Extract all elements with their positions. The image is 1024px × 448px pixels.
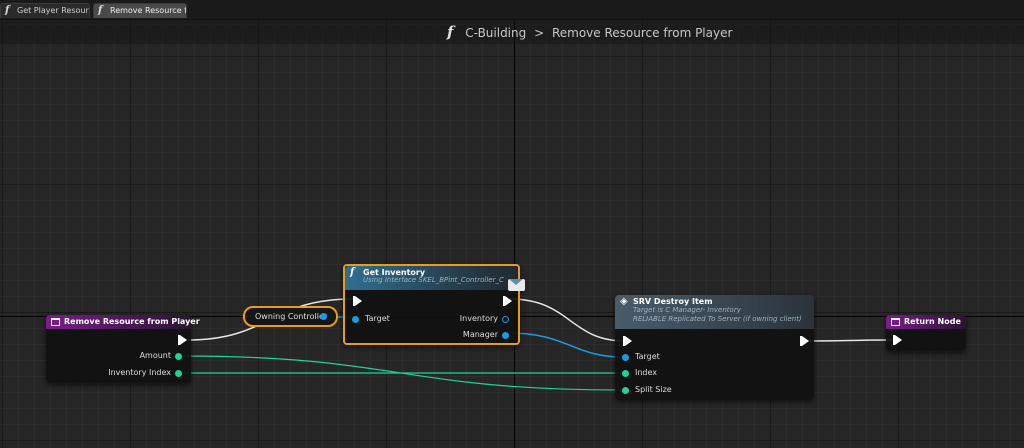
index-pin[interactable] xyxy=(622,370,629,377)
target-pin[interactable] xyxy=(622,354,629,361)
function-entry-node[interactable]: Remove Resource from Player Amount Inven… xyxy=(46,315,200,383)
node-title: Return Node xyxy=(904,317,961,326)
function-icon: f xyxy=(350,267,355,278)
exec-in-pin[interactable] xyxy=(893,335,902,345)
exec-in-pin[interactable] xyxy=(353,296,362,306)
inventory-pin[interactable] xyxy=(502,316,509,323)
replicated-function-icon: ◈ xyxy=(620,296,628,307)
function-icon: f xyxy=(98,5,103,16)
owning-controller-label: Owning Controller xyxy=(255,312,328,321)
exec-wire-srv-to-return xyxy=(805,339,895,342)
node-header: f Get Inventory Using Interface SKEL_BPi… xyxy=(345,266,518,290)
amount-pin[interactable] xyxy=(175,353,182,360)
wires xyxy=(180,298,895,391)
owning-controller-pin[interactable] xyxy=(320,313,327,320)
exec-in-pin[interactable] xyxy=(623,336,632,346)
target-pin-label: Target xyxy=(365,314,390,323)
get-inventory-node[interactable]: f Get Inventory Using Interface SKEL_BPi… xyxy=(343,264,520,345)
manager-pin-label: Manager xyxy=(462,330,498,339)
target-pin[interactable] xyxy=(352,316,359,323)
index-pin-label: Index xyxy=(635,368,658,377)
function-icon: f xyxy=(5,5,10,16)
owning-controller-node[interactable]: Owning Controller xyxy=(243,306,338,327)
exec-out-pin[interactable] xyxy=(503,296,512,306)
blueprint-graph[interactable]: f C-Building > Remove Resource from Play… xyxy=(0,20,1024,448)
node-title: Remove Resource from Player xyxy=(64,317,200,326)
event-icon xyxy=(51,318,60,326)
node-title: SRV Destroy Item xyxy=(633,297,713,306)
node-header: ◈ SRV Destroy Item Target is C Manager- … xyxy=(615,295,814,329)
node-subtitle-target: Target is C Manager- Inventory xyxy=(633,306,741,314)
node-header: Remove Resource from Player xyxy=(46,315,200,329)
tab-label: Get Player Resourc xyxy=(17,6,90,15)
manager-pin[interactable] xyxy=(502,332,509,339)
tab-remove-resource[interactable]: f Remove Resource f xyxy=(93,3,187,18)
srv-destroy-item-node[interactable]: ◈ SRV Destroy Item Target is C Manager- … xyxy=(615,295,814,400)
exec-out-pin[interactable] xyxy=(800,336,809,346)
node-subtitle: Using Interface SKEL_BPint_Controller_C xyxy=(363,276,504,284)
tab-get-player-resource[interactable]: f Get Player Resourc xyxy=(0,3,90,18)
split-size-pin[interactable] xyxy=(622,387,629,394)
inventory-index-pin-label: Inventory Index xyxy=(108,368,171,377)
tab-bar: f Get Player Resourc f Remove Resource f xyxy=(0,0,1024,20)
inventory-index-pin[interactable] xyxy=(175,370,182,377)
event-icon xyxy=(891,318,900,326)
node-subtitle-replication: RELIABLE Replicated To Server (if owning… xyxy=(633,315,802,323)
interface-message-icon xyxy=(508,279,525,291)
object-wire-manager-to-target xyxy=(506,332,626,358)
tab-label: Remove Resource f xyxy=(110,6,187,15)
return-node[interactable]: Return Node xyxy=(886,315,966,351)
inventory-pin-label: Inventory xyxy=(459,314,498,323)
node-header: Return Node xyxy=(886,315,966,329)
split-size-pin-label: Split Size xyxy=(635,385,672,394)
amount-pin-label: Amount xyxy=(139,351,171,360)
exec-out-pin[interactable] xyxy=(178,335,187,345)
target-pin-label: Target xyxy=(635,352,660,361)
